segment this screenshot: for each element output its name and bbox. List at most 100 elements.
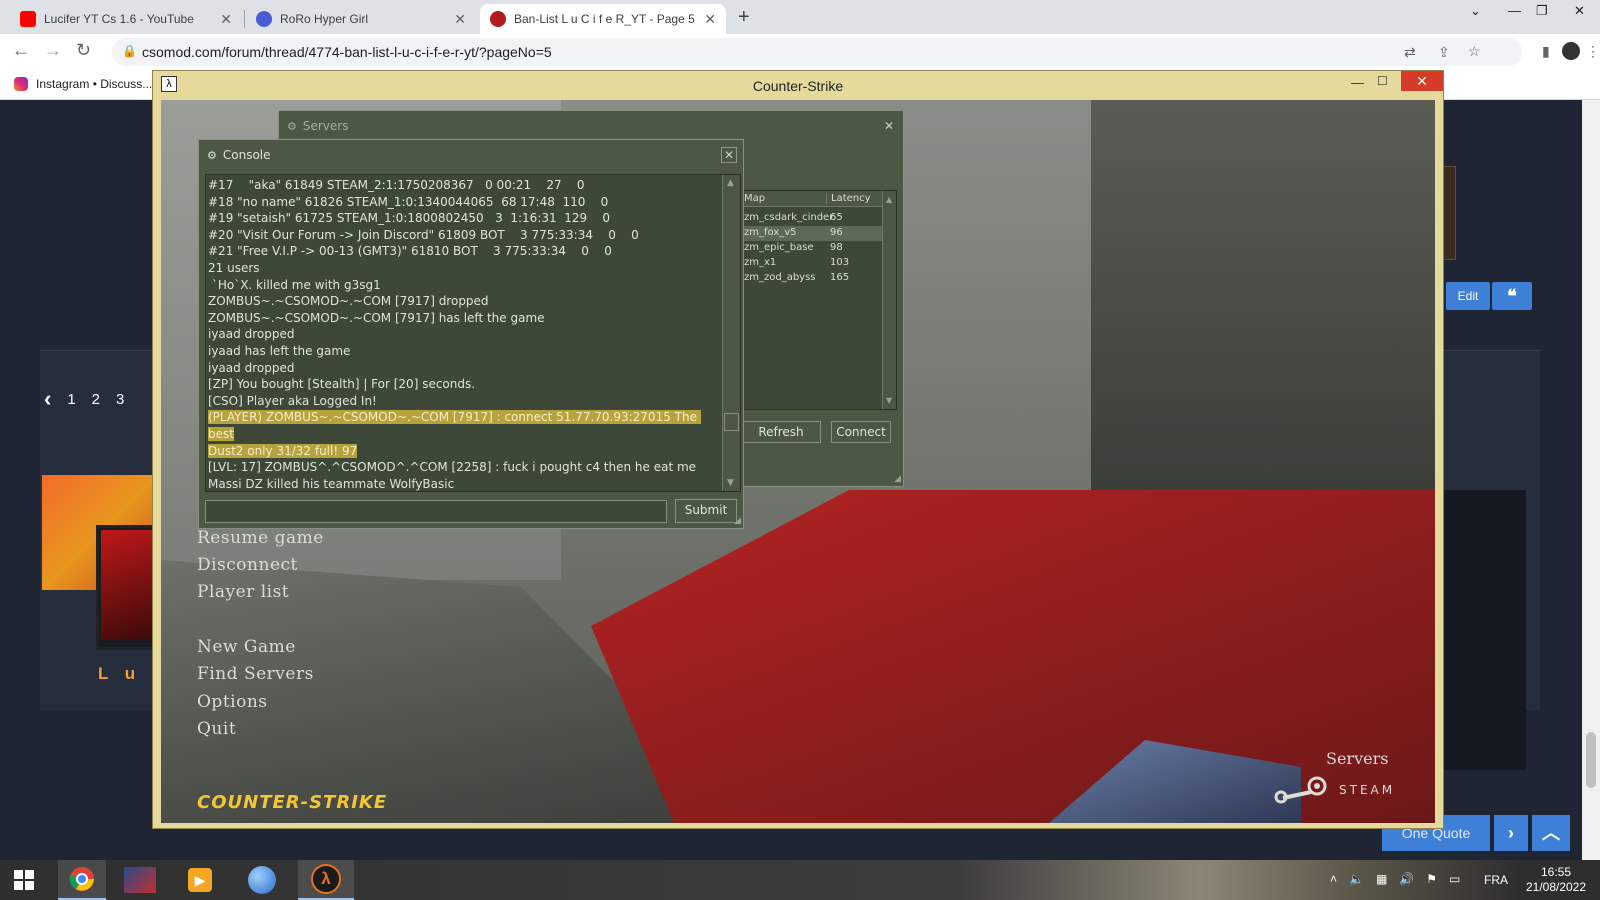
start-button[interactable]: [0, 860, 48, 900]
bookmark-instagram[interactable]: Instagram • Discuss...: [14, 77, 152, 91]
quote-button[interactable]: ❝: [1492, 282, 1532, 310]
panel-title: ⚙ Servers: [287, 119, 349, 133]
minimize-icon[interactable]: —: [1351, 75, 1364, 90]
tab-banlist[interactable]: Ban-List L u C i f e R_YT - Page 5 ✕: [480, 4, 726, 34]
menu-find-servers[interactable]: Find Servers: [197, 664, 314, 684]
close-icon[interactable]: ✕: [721, 147, 737, 163]
url-text[interactable]: csomod.com/forum/thread/4774-ban-list-l-…: [142, 44, 552, 60]
reload-icon[interactable]: ↻: [76, 40, 91, 61]
sidepanel-icon[interactable]: ▮: [1542, 43, 1550, 60]
chevron-down-icon[interactable]: ⌄: [1470, 3, 1481, 19]
menu-icon[interactable]: ⋮: [1586, 43, 1600, 60]
table-row[interactable]: zm_zod_abyss 165: [742, 271, 882, 286]
console-line: Massi DZ killed his teammate WolfyBasic: [208, 476, 455, 491]
console-line: Dust2 only 31/32 full! 97: [208, 443, 358, 458]
address-bar[interactable]: 🔒 csomod.com/forum/thread/4774-ban-list-…: [112, 38, 1522, 66]
menu-quit[interactable]: Quit: [197, 719, 236, 739]
chevron-right-icon[interactable]: ›: [1494, 815, 1528, 851]
menu-options[interactable]: Options: [197, 692, 268, 712]
console-scrollbar[interactable]: ▲ ▼: [722, 175, 740, 491]
menu-player-list[interactable]: Player list: [197, 582, 289, 602]
maximize-icon[interactable]: ☐: [1377, 74, 1388, 88]
scroll-up-icon[interactable]: ▲: [727, 178, 734, 188]
counter-strike-logo: COUNTER-STRIKE: [197, 792, 388, 813]
tab-roro[interactable]: RoRo Hyper Girl ✕: [246, 4, 476, 34]
close-icon[interactable]: ✕: [704, 11, 716, 28]
scroll-down-icon[interactable]: ▼: [727, 478, 734, 488]
chevron-up-icon[interactable]: ˄: [1330, 872, 1337, 886]
restore-icon[interactable]: ❐: [1536, 3, 1548, 19]
new-tab-icon[interactable]: +: [738, 6, 750, 29]
connect-button[interactable]: Connect: [831, 421, 891, 443]
refresh-button[interactable]: Refresh: [741, 421, 821, 443]
servers-label[interactable]: Servers: [1326, 749, 1388, 768]
close-window-icon[interactable]: ✕: [1574, 3, 1585, 19]
scrollbar-thumb[interactable]: [724, 413, 739, 431]
taskbar-app[interactable]: [238, 860, 286, 900]
close-icon[interactable]: ✕: [220, 11, 232, 28]
console-line: ZOMBUS~.~CSOMOD~.~COM [7917] dropped: [208, 294, 489, 309]
speaker-icon[interactable]: 🔈: [1349, 872, 1364, 886]
play-icon: ▶: [188, 868, 212, 892]
console-line: #21 "Free V.I.P -> 00-13 (GMT3)" 61810 B…: [208, 244, 612, 259]
close-icon[interactable]: ✕: [881, 119, 897, 135]
table-row[interactable]: zm_x1 103: [742, 256, 882, 271]
console-panel: ⚙ Console ✕ #17 "aka" 61849 STEAM_2:1:17…: [198, 139, 744, 529]
display-icon[interactable]: ▭: [1449, 872, 1460, 886]
server-list-scrollbar[interactable]: ▲ ▼: [882, 191, 896, 409]
avatar[interactable]: [1562, 42, 1580, 60]
table-row[interactable]: zm_epic_base 98: [742, 241, 882, 256]
volume-icon[interactable]: 🔊: [1399, 872, 1414, 886]
translate-icon[interactable]: ⇄: [1404, 44, 1416, 61]
flag-icon[interactable]: ⚑: [1426, 872, 1437, 886]
halflife-icon: λ: [311, 864, 341, 894]
tab-youtube[interactable]: Lucifer YT Cs 1.6 - YouTube ✕: [10, 4, 242, 34]
console-input[interactable]: [205, 500, 667, 523]
back-icon[interactable]: ←: [12, 40, 30, 61]
menu-new-game[interactable]: New Game: [197, 637, 296, 657]
chevron-left-icon[interactable]: ‹: [44, 386, 51, 412]
language-indicator[interactable]: FRA: [1484, 873, 1508, 887]
game-icon: [124, 867, 156, 893]
console-line: [CSO] Player aka Logged In!: [208, 393, 377, 408]
console-line: #19 "setaish" 61725 STEAM_1:0:1800802450…: [208, 211, 611, 226]
column-latency[interactable]: Latency: [826, 193, 871, 204]
network-icon[interactable]: ▦: [1376, 872, 1387, 886]
close-icon[interactable]: ✕: [454, 11, 466, 28]
youtube-icon: [20, 11, 36, 27]
taskbar-halflife[interactable]: λ: [298, 860, 354, 900]
browser-toolbar: ← → ↻ 🔒 csomod.com/forum/thread/4774-ban…: [0, 34, 1600, 70]
scroll-down-icon[interactable]: ▼: [886, 396, 892, 405]
taskbar-chrome[interactable]: [58, 860, 106, 900]
taskbar-media-player[interactable]: ▶: [176, 860, 224, 900]
scroll-up-icon[interactable]: ▲: [886, 195, 892, 204]
page-scrollbar[interactable]: [1582, 100, 1600, 860]
resize-grip-icon[interactable]: ◢: [734, 516, 741, 526]
page-link[interactable]: 3: [116, 391, 124, 408]
console-line: (PLAYER) ZOMBUS~.~CSOMOD~.~COM [7917] : …: [208, 410, 701, 441]
minimize-icon[interactable]: —: [1508, 3, 1521, 18]
console-line: iyaad dropped: [208, 327, 295, 342]
column-map[interactable]: Map: [744, 193, 765, 204]
steam-icon: ⚙: [287, 119, 297, 133]
window-titlebar[interactable]: λ Counter-Strike — ☐ ✕: [153, 71, 1443, 99]
menu-resume-game[interactable]: Resume game: [197, 528, 324, 548]
share-icon[interactable]: ⇪: [1438, 44, 1450, 61]
forward-icon[interactable]: →: [44, 40, 62, 61]
page-link[interactable]: 1: [67, 391, 75, 408]
table-row[interactable]: zm_fox_v5 96: [742, 226, 882, 241]
submit-button[interactable]: Submit: [675, 499, 737, 523]
clock[interactable]: 16:55 21/08/2022: [1520, 865, 1592, 895]
menu-disconnect[interactable]: Disconnect: [197, 555, 298, 575]
taskbar-game[interactable]: [116, 860, 164, 900]
resize-grip-icon[interactable]: ◢: [894, 474, 901, 484]
star-icon[interactable]: ☆: [1468, 43, 1481, 60]
page-link[interactable]: 2: [92, 391, 100, 408]
scrollbar-thumb[interactable]: [1586, 732, 1596, 788]
server-list: Map Latency zm_csdark_cinder 65 zm_fox_v5…: [741, 190, 897, 410]
avatar[interactable]: [96, 525, 156, 650]
scroll-top-icon[interactable]: ︿: [1532, 815, 1570, 851]
table-row[interactable]: zm_csdark_cinder 65: [742, 211, 882, 226]
close-icon[interactable]: ✕: [1401, 71, 1443, 91]
edit-button[interactable]: Edit: [1446, 282, 1490, 310]
